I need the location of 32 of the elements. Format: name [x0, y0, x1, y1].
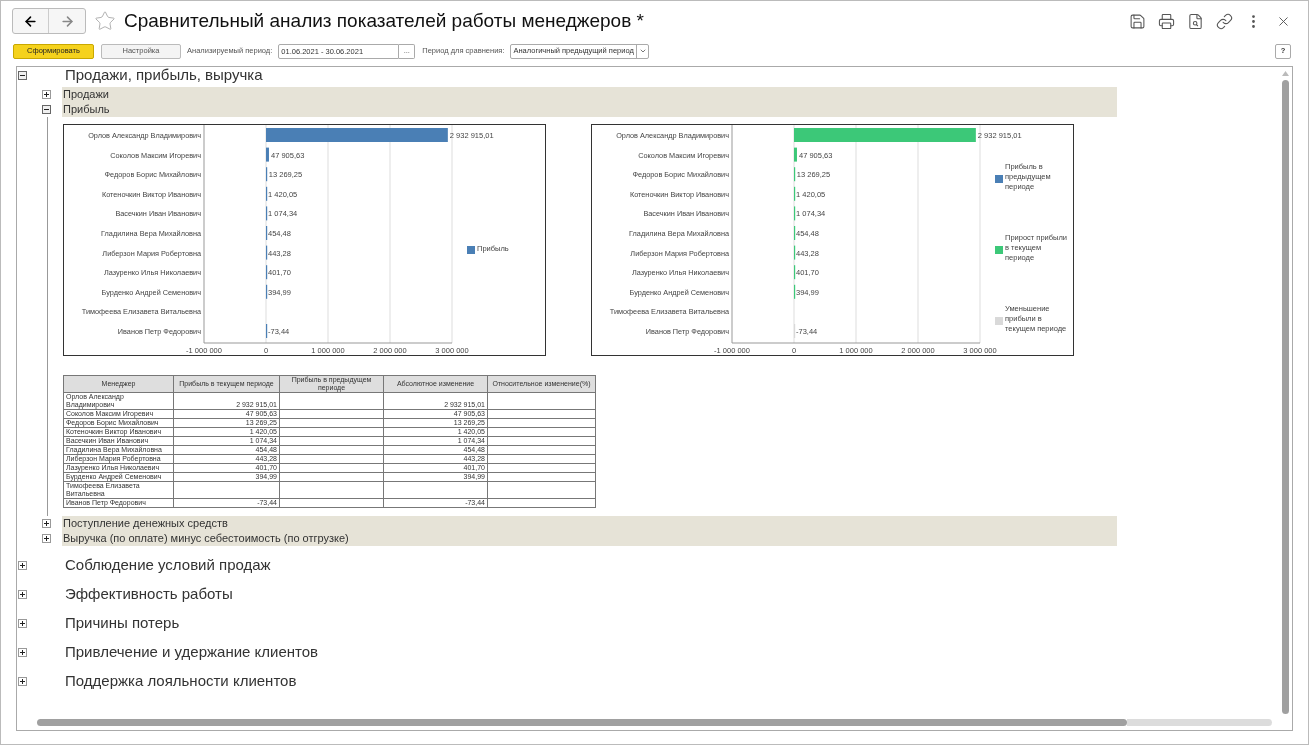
- expand-icon[interactable]: [42, 519, 51, 528]
- section-title[interactable]: Эффективность работы: [65, 583, 233, 606]
- expand-icon[interactable]: [18, 648, 27, 657]
- preview-icon[interactable]: [1187, 12, 1204, 30]
- print-icon[interactable]: [1158, 12, 1175, 30]
- section-title[interactable]: Причины потерь: [65, 612, 180, 635]
- subsection-header[interactable]: Поступление денежных средств: [62, 516, 1117, 531]
- expand-icon[interactable]: [42, 534, 51, 543]
- window-title: Сравнительный анализ показателей работы менеджеров *: [124, 8, 644, 33]
- subsection-header[interactable]: Выручка (по оплате) минус себестоимость (по отгрузке): [62, 531, 1117, 546]
- link-icon[interactable]: [1216, 12, 1233, 30]
- horizontal-scrollbar[interactable]: [37, 716, 1272, 728]
- bar: [794, 147, 797, 162]
- vertical-scrollbar[interactable]: [1281, 71, 1290, 714]
- expand-icon[interactable]: [18, 590, 27, 599]
- collapse-icon[interactable]: [42, 105, 51, 114]
- bar: [266, 147, 269, 162]
- expand-icon[interactable]: [42, 90, 51, 99]
- expand-icon[interactable]: [18, 619, 27, 628]
- section-title[interactable]: Поддержка лояльности клиентов: [65, 670, 297, 693]
- expand-icon[interactable]: [18, 561, 27, 570]
- subsection-header[interactable]: Прибыль: [62, 102, 1117, 117]
- caret-icon: [638, 47, 647, 55]
- section-title[interactable]: Соблюдение условий продаж: [65, 554, 271, 577]
- favorite-star-icon[interactable]: [94, 10, 116, 32]
- left-arrow-icon: [23, 13, 38, 29]
- save-icon[interactable]: [1129, 12, 1146, 30]
- collapse-icon[interactable]: [18, 71, 27, 80]
- section-title[interactable]: Привлечение и удержание клиентов: [65, 641, 319, 664]
- section-title[interactable]: Продажи, прибыль, выручка: [65, 67, 263, 87]
- expand-icon[interactable]: [18, 677, 27, 686]
- subsection-header[interactable]: Продажи: [62, 87, 1117, 102]
